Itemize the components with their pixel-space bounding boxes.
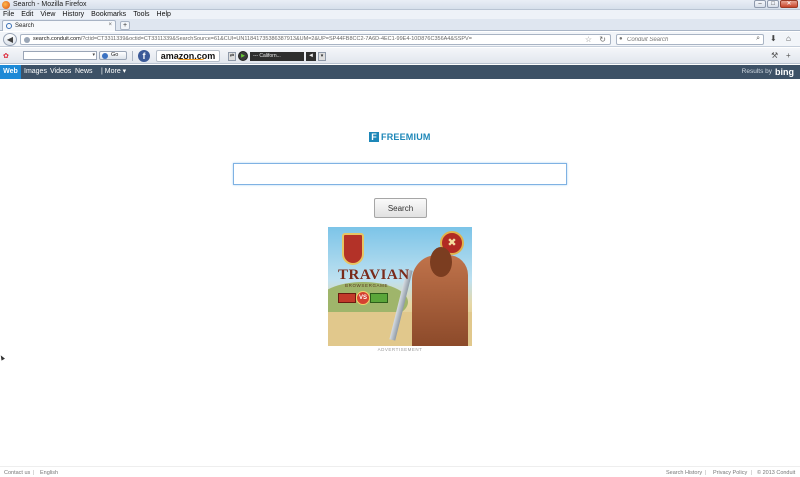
menu-tools[interactable]: Tools (133, 11, 149, 18)
menu-history[interactable]: History (62, 11, 84, 18)
copyright-text: © 2013 Conduit (757, 470, 796, 476)
menu-bookmarks[interactable]: Bookmarks (91, 11, 126, 18)
window-controls: – □ ✕ (754, 0, 798, 9)
amazon-smile-icon (177, 57, 205, 60)
browser-search-box[interactable]: ● ⌕ (616, 34, 764, 45)
url-path: /?ctid=CT3311339&octid=CT3311339&SearchS… (80, 36, 472, 42)
ad-vs-label: VS (356, 291, 370, 305)
play-icon[interactable]: ▶ (238, 51, 248, 61)
address-text[interactable]: search.conduit.com/?ctid=CT3311339&octid… (33, 36, 578, 42)
close-tab-icon[interactable]: × (108, 22, 112, 28)
new-tab-button[interactable]: + (120, 21, 130, 30)
tab-search[interactable]: Search × (2, 20, 116, 31)
site-identity-icon[interactable] (24, 37, 30, 43)
search-button[interactable]: Search (374, 198, 427, 218)
tab-news[interactable]: News (75, 65, 93, 79)
window-title-bar: Search - Mozilla Firefox – □ ✕ (0, 0, 800, 10)
page-footer: Contact us | English Search History | Pr… (0, 466, 800, 477)
toolbar-divider (132, 51, 133, 61)
url-host: search.conduit.com (33, 36, 81, 42)
tab-images[interactable]: Images (24, 65, 47, 79)
browser-search-input[interactable] (627, 36, 747, 44)
freemium-logo-text: FREEMIUM (381, 132, 431, 142)
search-favicon-icon (6, 23, 12, 29)
menu-file[interactable]: File (3, 11, 14, 18)
results-by-label: Results by (741, 68, 772, 75)
tab-bar: Search × + (0, 19, 800, 31)
minimize-button[interactable]: – (754, 0, 766, 8)
tab-more[interactable]: | More ▾ (101, 65, 126, 79)
radio-station-select[interactable]: --- Californ... (250, 51, 304, 61)
advertisement-banner[interactable]: ✖ TRAVIAN BROWSERGAME VS (328, 227, 472, 346)
toolbar-search-field[interactable]: ▾ (23, 51, 97, 60)
close-window-button[interactable]: ✕ (780, 0, 798, 8)
radio-player: ⇄ ▶ --- Californ... ◄ ▾ (228, 51, 326, 61)
search-input[interactable] (233, 163, 567, 185)
menu-help[interactable]: Help (157, 11, 171, 18)
back-button[interactable]: ◀ (3, 33, 17, 46)
shield-icon (342, 233, 364, 265)
add-app-icon[interactable]: + (786, 51, 791, 60)
ad-banner-left (338, 293, 356, 303)
maximize-button[interactable]: □ (767, 0, 779, 8)
bookmark-star-icon[interactable]: ☆ (585, 35, 592, 44)
volume-icon[interactable]: ◄ (306, 51, 316, 61)
freemium-logo-icon: F (369, 132, 379, 142)
language-link[interactable]: English (40, 470, 58, 476)
reload-icon[interactable]: ↻ (599, 35, 606, 44)
contact-us-link[interactable]: Contact us (4, 470, 30, 476)
search-category-bar: Web Images Videos News | More ▾ Results … (0, 65, 800, 79)
menu-bar: File Edit View History Bookmarks Tools H… (0, 10, 800, 19)
search-engine-icon[interactable]: ● (619, 36, 623, 42)
footer-divider: | (751, 470, 753, 476)
amazon-button[interactable]: amazon.com (156, 50, 220, 62)
menu-edit[interactable]: Edit (21, 11, 33, 18)
search-go-icon[interactable]: ⌕ (756, 35, 760, 43)
chevron-down-icon[interactable]: ▾ (92, 52, 95, 58)
advertisement-label: ADVERTISEMENT (377, 347, 423, 352)
tab-web[interactable]: Web (0, 65, 21, 79)
privacy-policy-link[interactable]: Privacy Policy (713, 470, 747, 476)
radio-menu-icon[interactable]: ▾ (318, 51, 326, 61)
ad-game-title: TRAVIAN (338, 267, 410, 283)
freemium-logo: F FREEMIUM (369, 132, 431, 142)
ad-banner-right (370, 293, 388, 303)
toolbar-go-button[interactable]: Go (99, 51, 127, 60)
bing-logo: bing (775, 67, 794, 77)
menu-view[interactable]: View (40, 11, 55, 18)
conduit-toolbar: ✿ ▾ Go f amazon.com ⇄ ▶ --- Californ... … (0, 48, 800, 64)
navigation-bar: ◀ search.conduit.com/?ctid=CT3311339&oct… (0, 32, 800, 47)
search-history-link[interactable]: Search History (666, 470, 702, 476)
footer-divider: | (705, 470, 707, 476)
wrench-icon[interactable]: ⚒ (771, 51, 778, 60)
firefox-icon (2, 1, 10, 9)
ad-game-subtitle: BROWSERGAME (345, 283, 389, 288)
ad-warrior-hair (430, 247, 452, 277)
address-bar[interactable]: search.conduit.com/?ctid=CT3311339&octid… (20, 34, 611, 45)
toolbar-logo-icon[interactable]: ✿ (3, 52, 9, 60)
tab-videos[interactable]: Videos (50, 65, 71, 79)
tab-label: Search (15, 23, 35, 29)
mouse-cursor-icon (0, 354, 5, 361)
ad-versus-badge: VS (338, 291, 388, 305)
facebook-icon[interactable]: f (138, 50, 150, 62)
download-icon[interactable]: ⬇ (770, 34, 777, 43)
window-title: Search - Mozilla Firefox (13, 1, 87, 8)
home-icon[interactable]: ⌂ (786, 34, 791, 43)
footer-divider: | (33, 470, 35, 476)
radio-switch-icon[interactable]: ⇄ (228, 51, 236, 61)
